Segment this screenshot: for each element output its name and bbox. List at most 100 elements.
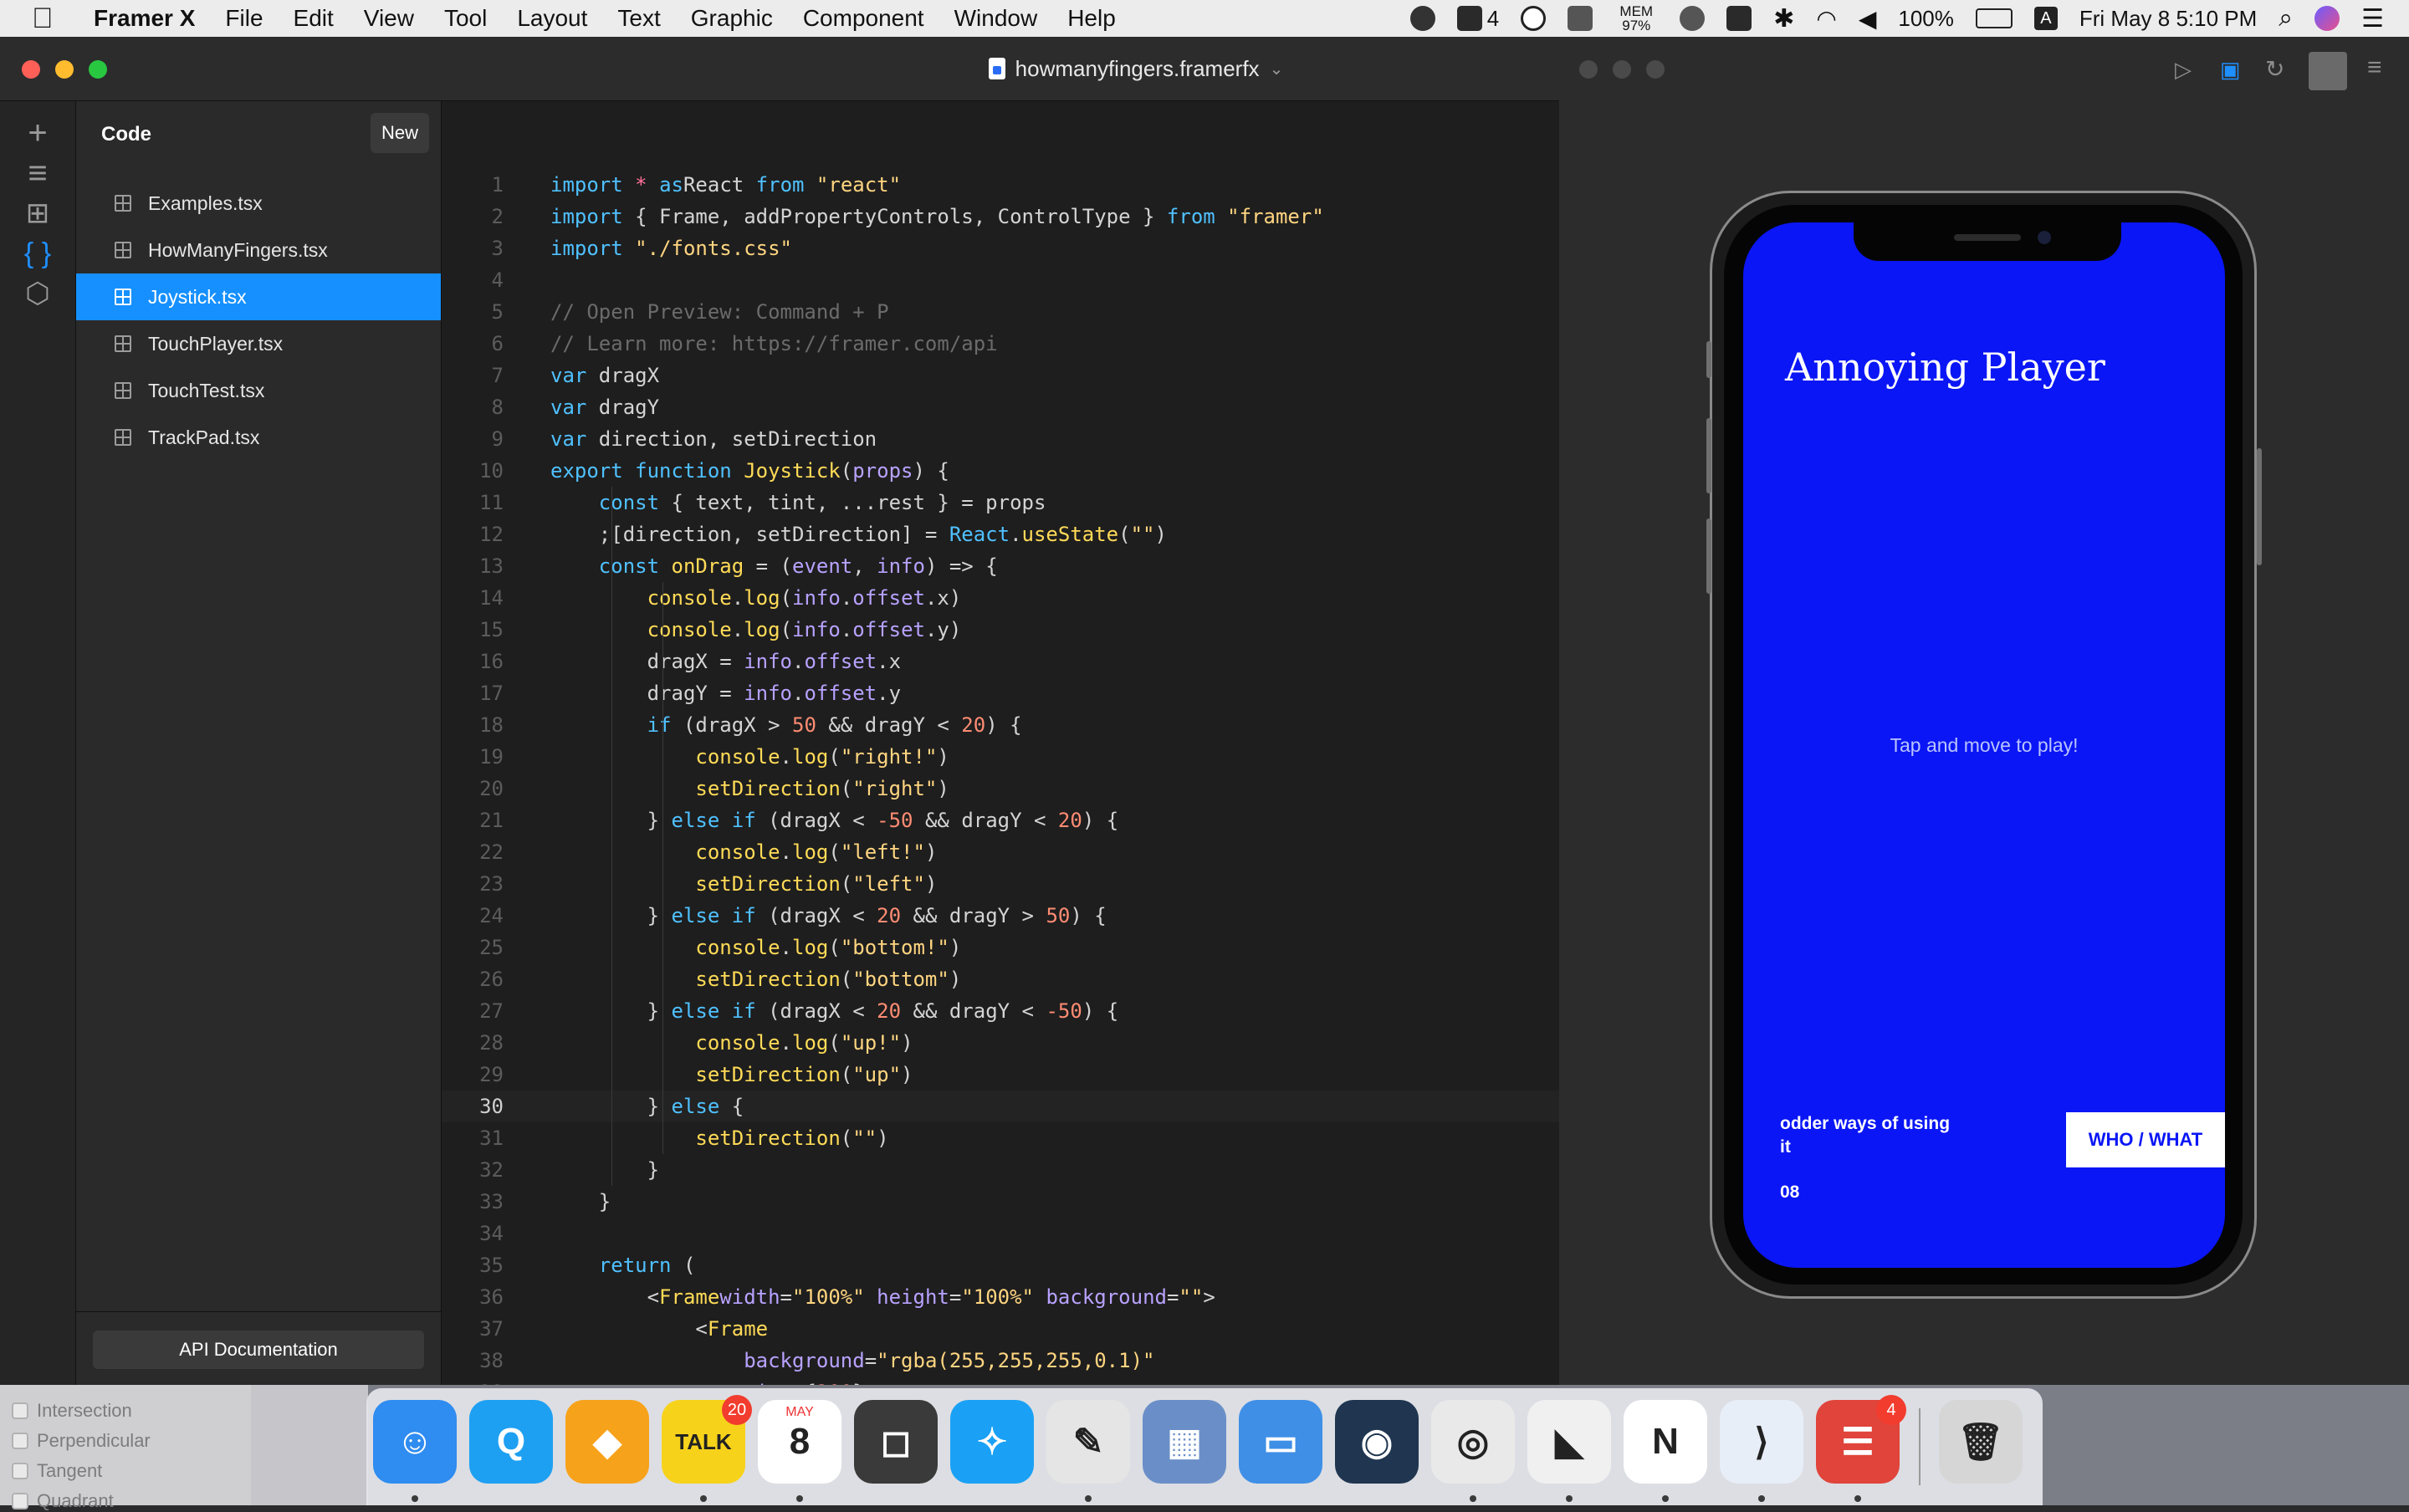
checkbox[interactable] [12,1493,28,1509]
dock-calendar-icon[interactable]: 8 MAY [758,1400,841,1484]
stack-icon[interactable] [1456,6,1482,31]
code-line[interactable]: 19 console.log("right!") [442,741,1559,773]
input-source-icon[interactable]: A [2033,7,2058,30]
istat-icon[interactable] [1568,6,1593,31]
code-line[interactable]: 31 setDirection("") [442,1122,1559,1154]
dock-keynote-icon[interactable]: ▭ [1239,1400,1322,1484]
dock-notion-icon[interactable]: N [1624,1400,1707,1484]
menu-window[interactable]: Window [954,5,1038,32]
dock-cinema-4d-icon[interactable]: ◉ [1335,1400,1419,1484]
checkbox[interactable] [12,1402,28,1419]
menu-layout[interactable]: Layout [517,5,587,32]
code-line[interactable]: 26 setDirection("bottom") [442,963,1559,995]
notification-center-icon[interactable]: ☰ [2361,4,2384,33]
zoom-window-button[interactable] [89,60,107,79]
code-line[interactable]: 2 import { Frame, addPropertyControls, Co… [442,201,1559,232]
siri-icon[interactable] [2314,6,2340,31]
menu-text[interactable]: Text [617,5,660,32]
checkbox[interactable] [12,1463,28,1479]
code-line[interactable]: 18 if (dragX > 50 && dragY < 20) { [442,709,1559,741]
code-line[interactable]: 11 const { text, tint, ...rest } = props [442,487,1559,518]
code-line[interactable]: 6 // Learn more: https://framer.com/api [442,328,1559,360]
code-line[interactable]: 30 } else { [442,1091,1559,1122]
menu-app-name[interactable]: Framer X [94,5,195,32]
device-color-swatch[interactable] [2309,52,2347,90]
bg-option-perpendicular[interactable]: Perpendicular [12,1430,151,1452]
preview-minimize-button[interactable] [1613,60,1631,79]
code-line[interactable]: 39 size={200} [442,1377,1559,1385]
code-line[interactable]: 23 setDirection("left") [442,868,1559,900]
code-line[interactable]: 35 return ( [442,1249,1559,1281]
file-item[interactable]: HowManyFingers.tsx [76,227,441,273]
code-line[interactable]: 16 dragX = info.offset.x [442,646,1559,677]
code-line[interactable]: 8 var dragY [442,391,1559,423]
headphones-icon[interactable] [1680,6,1706,31]
bluetooth-icon[interactable]: ✱ [1773,4,1794,33]
file-item[interactable]: Joystick.tsx [76,273,441,320]
dock-sketch-icon[interactable]: ◆ [565,1400,649,1484]
dock-scrivener-icon[interactable]: ✎ [1046,1400,1130,1484]
code-line[interactable]: 24 } else if (dragX < 20 && dragY > 50) … [442,900,1559,932]
components-grid-icon[interactable]: ⊞ [18,194,57,232]
notifications-icon[interactable] [1409,6,1435,31]
code-line[interactable]: 1 import * asReact from "react" [442,169,1559,201]
code-line[interactable]: 13 const onDrag = (event, info) => { [442,550,1559,582]
code-line[interactable]: 33 } [442,1186,1559,1218]
code-line[interactable]: 5 // Open Preview: Command + P [442,296,1559,328]
preview-zoom-button[interactable] [1646,60,1665,79]
volume-icon[interactable]: ◀ [1859,5,1877,33]
code-line[interactable]: 10 export function Joystick(props) { [442,455,1559,487]
file-item[interactable]: TrackPad.tsx [76,414,441,461]
menu-graphic[interactable]: Graphic [691,5,773,32]
menu-edit[interactable]: Edit [294,5,334,32]
code-line[interactable]: 38 background="rgba(255,255,255,0.1)" [442,1345,1559,1377]
wifi-icon[interactable]: ◠ [1816,5,1836,33]
menu-file[interactable]: File [225,5,263,32]
dock-vscode-icon[interactable]: ⟩ [1720,1400,1803,1484]
code-line[interactable]: 17 dragY = info.offset.y [442,677,1559,709]
code-line[interactable]: 15 console.log(info.offset.y) [442,614,1559,646]
code-line[interactable]: 21 } else if (dragX < -50 && dragY < 20)… [442,805,1559,836]
file-item[interactable]: TouchPlayer.tsx [76,320,441,367]
dock-finder-icon[interactable]: ☺ [373,1400,457,1484]
code-braces-icon[interactable]: { } [18,234,57,273]
bg-option-quadrant[interactable]: Quadrant [12,1490,114,1512]
code-line[interactable]: 28 console.log("up!") [442,1027,1559,1059]
dock-safari-icon[interactable]: ✧ [950,1400,1034,1484]
memory-indicator[interactable]: MEM 97% [1614,4,1658,33]
code-line[interactable]: 4 [442,264,1559,296]
code-line[interactable]: 14 console.log(info.offset.x) [442,582,1559,614]
minimize-window-button[interactable] [55,60,74,79]
document-title-button[interactable]: howmanyfingers.framerfx ⌄ [988,56,1283,82]
dock-chrome-icon[interactable]: ◎ [1431,1400,1515,1484]
packages-cube-icon[interactable]: ⬡ [18,274,57,313]
dock-framer-app-icon[interactable]: ◻ [854,1400,938,1484]
menu-view[interactable]: View [364,5,414,32]
lock-icon[interactable] [1726,6,1752,31]
code-editor[interactable]: 1 import * asReact from "react" 2 import { … [442,101,1559,1385]
preview-reload-icon[interactable]: ↻ [2265,55,2284,83]
code-line[interactable]: 37 <Frame [442,1313,1559,1345]
time-machine-icon[interactable] [1521,6,1547,31]
preview-lock-icon[interactable]: ▣ [2220,57,2241,83]
bg-option-tangent[interactable]: Tangent [12,1460,102,1482]
dock-talk-icon[interactable]: TALK 20 [662,1395,752,1484]
bg-option-intersection[interactable]: Intersection [12,1400,132,1422]
apple-menu-icon[interactable]:  [32,3,72,35]
preview-play-icon[interactable]: ▷ [2175,57,2192,83]
dock-framer-x-icon[interactable]: ◣ [1527,1400,1611,1484]
file-item[interactable]: Examples.tsx [76,180,441,227]
code-line[interactable]: 25 console.log("bottom!") [442,932,1559,963]
close-window-button[interactable] [22,60,40,79]
code-line[interactable]: 12 ;[direction, setDirection] = React.us… [442,518,1559,550]
code-line[interactable]: 36 <Framewidth="100%" height="100%" back… [442,1281,1559,1313]
api-documentation-button[interactable]: API Documentation [93,1331,424,1369]
preview-menu-icon[interactable]: ≡ [2367,54,2382,82]
phone-screen[interactable]: Annoying Player Tap and move to play! od… [1743,222,2225,1268]
dock-todoist-icon[interactable]: ☰ 4 [1816,1395,1906,1484]
menubar-clock[interactable]: Fri May 8 5:10 PM [2079,6,2257,32]
file-item[interactable]: TouchTest.tsx [76,367,441,414]
code-line[interactable]: 7 var dragX [442,360,1559,391]
menu-component[interactable]: Component [803,5,924,32]
insert-plus-icon[interactable]: + [18,114,57,152]
